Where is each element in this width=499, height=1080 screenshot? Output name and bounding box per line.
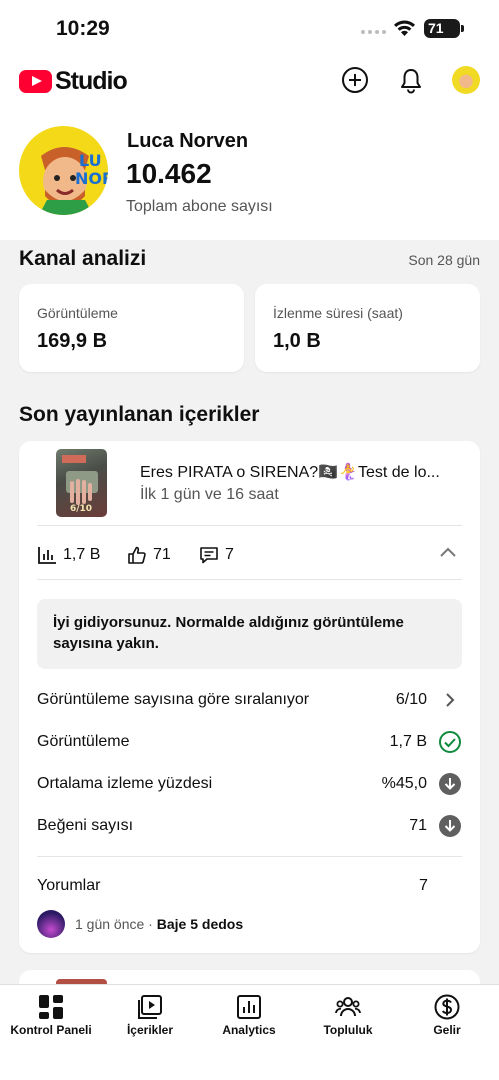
likes-stat: 71 bbox=[127, 545, 171, 565]
account-avatar[interactable] bbox=[452, 66, 480, 94]
row-label: Görüntüleme sayısına göre sıralanıyor bbox=[37, 691, 310, 708]
metric-value: 1,0 B bbox=[273, 330, 321, 352]
video-thumbnail[interactable]: 6/10 bbox=[56, 449, 107, 517]
content-icon bbox=[138, 995, 162, 1019]
comments-count-stat: 7 bbox=[225, 546, 234, 563]
comment-time: 1 gün önce bbox=[75, 916, 145, 932]
svg-text:NOR: NOR bbox=[75, 169, 108, 188]
community-icon bbox=[335, 997, 361, 1017]
recent-content-title: Son yayınlanan içerikler bbox=[19, 403, 260, 426]
cellular-signal-icon bbox=[361, 30, 386, 34]
tab-earn[interactable]: Gelir bbox=[397, 985, 497, 1045]
channel-avatar: LU NOR bbox=[19, 126, 108, 215]
divider bbox=[37, 579, 462, 580]
metric-label: İzlenme süresi (saat) bbox=[273, 305, 403, 321]
svg-text:6/10: 6/10 bbox=[70, 504, 92, 514]
down-arrow-circle-icon bbox=[439, 773, 461, 795]
create-plus-icon[interactable] bbox=[341, 66, 369, 94]
channel-analytics-title: Kanal analizi bbox=[19, 247, 147, 270]
divider bbox=[37, 856, 462, 857]
down-arrow-circle-icon bbox=[439, 815, 461, 837]
tab-label: Topluluk bbox=[323, 1023, 373, 1037]
youtube-play-icon bbox=[19, 70, 52, 93]
commenter-avatar bbox=[37, 910, 65, 938]
row-value: 6/10 bbox=[395, 691, 427, 708]
tab-label: İçerikler bbox=[126, 1023, 174, 1037]
subscriber-label: Toplam abone sayısı bbox=[126, 198, 273, 215]
analytics-icon bbox=[237, 995, 261, 1019]
analytics-period: Son 28 gün bbox=[408, 252, 480, 268]
tab-content[interactable]: İçerikler bbox=[100, 985, 200, 1045]
dashboard-icon bbox=[39, 995, 63, 1019]
notifications-bell-icon[interactable] bbox=[397, 66, 425, 94]
views-count: 1,7 B bbox=[63, 546, 101, 563]
recent-video-card: 6/10 Eres PIRATA o SIRENA?🏴‍☠️🧜‍♀️Test d… bbox=[19, 441, 480, 953]
comments-label[interactable]: Yorumlar bbox=[37, 877, 100, 895]
likes-row: Beğeni sayısı 71 bbox=[37, 814, 462, 838]
status-time: 10:29 bbox=[56, 17, 110, 40]
chevron-up-icon[interactable] bbox=[439, 544, 457, 562]
row-label: Beğeni sayısı bbox=[37, 817, 134, 834]
bottom-navigation: Kontrol Paneli İçerikler Analytics Toplu… bbox=[0, 984, 499, 1080]
performance-notice: İyi gidiyorsunuz. Normalde aldığınız gör… bbox=[37, 599, 462, 669]
tab-label: Kontrol Paneli bbox=[10, 1023, 92, 1037]
metric-label: Görüntüleme bbox=[37, 305, 118, 321]
row-value: %45,0 bbox=[381, 775, 427, 792]
divider bbox=[37, 525, 462, 526]
comment-author: Baje 5 dedos bbox=[156, 916, 244, 932]
wifi-icon bbox=[394, 20, 415, 36]
comments-count: 7 bbox=[419, 877, 428, 894]
last-comment-meta[interactable]: 1 gün önce · Baje 5 dedos bbox=[75, 916, 243, 932]
views-metric-card[interactable]: Görüntüleme 169,9 B bbox=[19, 284, 244, 372]
views-stat: 1,7 B bbox=[37, 545, 100, 565]
studio-logo[interactable]: Studio bbox=[19, 67, 128, 96]
row-value: 71 bbox=[409, 817, 427, 834]
row-label: Görüntüleme bbox=[37, 733, 130, 750]
ranking-row[interactable]: Görüntüleme sayısına göre sıralanıyor 6/… bbox=[37, 688, 462, 712]
row-label: Ortalama izleme yüzdesi bbox=[37, 775, 213, 792]
video-age: İlk 1 gün ve 16 saat bbox=[140, 486, 279, 503]
views-row: Görüntüleme 1,7 B bbox=[37, 730, 462, 754]
tab-dashboard[interactable]: Kontrol Paneli bbox=[1, 985, 101, 1045]
avg-view-percentage-row: Ortalama izleme yüzdesi %45,0 bbox=[37, 772, 462, 796]
tab-analytics[interactable]: Analytics bbox=[199, 985, 299, 1045]
watch-time-metric-card[interactable]: İzlenme süresi (saat) 1,0 B bbox=[255, 284, 480, 372]
battery-icon: 71 bbox=[424, 19, 464, 38]
channel-name: Luca Norven bbox=[127, 130, 249, 152]
video-title[interactable]: Eres PIRATA o SIRENA?🏴‍☠️🧜‍♀️Test de lo.… bbox=[140, 462, 470, 482]
earn-icon bbox=[434, 994, 460, 1020]
tab-community[interactable]: Topluluk bbox=[298, 985, 398, 1045]
svg-text:LU: LU bbox=[79, 151, 102, 170]
check-circle-icon bbox=[439, 731, 461, 753]
metric-value: 169,9 B bbox=[37, 330, 108, 352]
comment-icon bbox=[200, 547, 218, 564]
brand-label: Studio bbox=[55, 67, 128, 95]
tab-label: Gelir bbox=[433, 1023, 461, 1037]
comments-stat: 7 bbox=[199, 545, 234, 565]
channel-header: LU NOR Luca Norven 10.462 Toplam abone s… bbox=[0, 120, 499, 240]
subscriber-count: 10.462 bbox=[126, 158, 212, 189]
likes-count: 71 bbox=[153, 546, 171, 563]
status-bar: 10:29 71 bbox=[0, 0, 499, 58]
bar-chart-icon bbox=[38, 547, 56, 564]
chevron-right-icon bbox=[446, 693, 455, 707]
top-bar: 10:29 71 Studio bbox=[0, 0, 499, 120]
tab-label: Analytics bbox=[222, 1023, 276, 1037]
thumbs-up-icon bbox=[128, 546, 146, 564]
row-value: 1,7 B bbox=[389, 733, 427, 750]
